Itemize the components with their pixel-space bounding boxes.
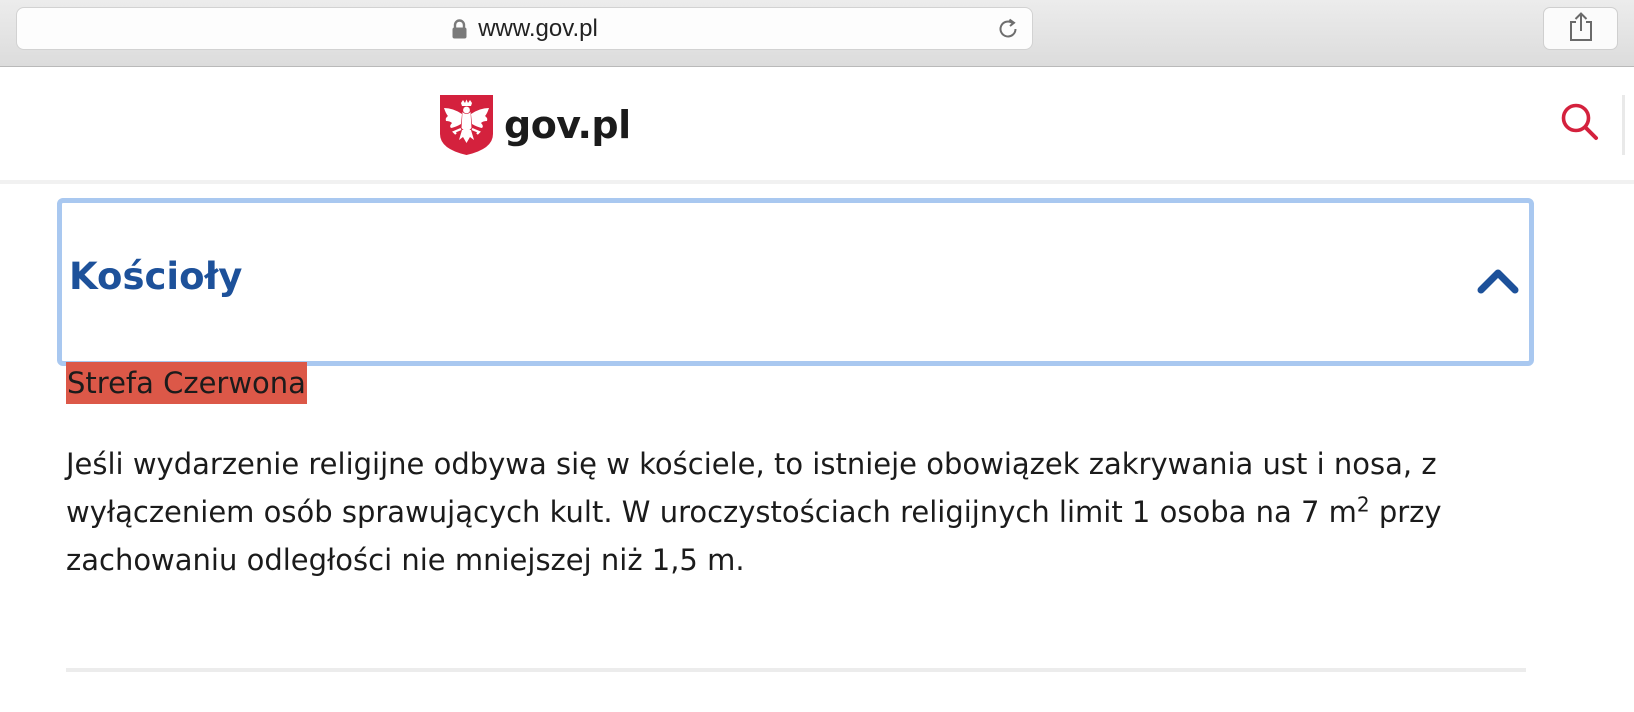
url-text: www.gov.pl [478, 14, 598, 42]
section-divider [66, 668, 1526, 672]
home-logo-link[interactable]: gov.pl [439, 94, 631, 156]
browser-toolbar: www.gov.pl [0, 0, 1634, 67]
share-icon [1568, 11, 1594, 46]
address-bar[interactable]: www.gov.pl [16, 7, 1033, 50]
search-icon[interactable] [1558, 100, 1602, 144]
share-button[interactable] [1543, 7, 1618, 50]
accordion-title: Kościoły [69, 255, 243, 298]
address-bar-content: www.gov.pl [17, 8, 1032, 49]
site-header: gov.pl [0, 67, 1634, 184]
paragraph-text-part1: Jeśli wydarzenie religijne odbywa się w … [66, 447, 1437, 529]
content-paragraph: Jeśli wydarzenie religijne odbywa się w … [66, 440, 1536, 584]
lock-icon [451, 18, 468, 39]
square-exponent: 2 [1356, 492, 1370, 517]
polish-eagle-emblem-icon [439, 94, 494, 156]
reload-icon[interactable] [996, 17, 1020, 41]
zone-badge: Strefa Czerwona [66, 362, 307, 404]
chevron-up-icon [1477, 265, 1519, 295]
header-divider [1622, 95, 1625, 155]
accordion-toggle-koscioly[interactable]: Kościoły [57, 198, 1534, 366]
logo-text: gov.pl [504, 103, 631, 147]
